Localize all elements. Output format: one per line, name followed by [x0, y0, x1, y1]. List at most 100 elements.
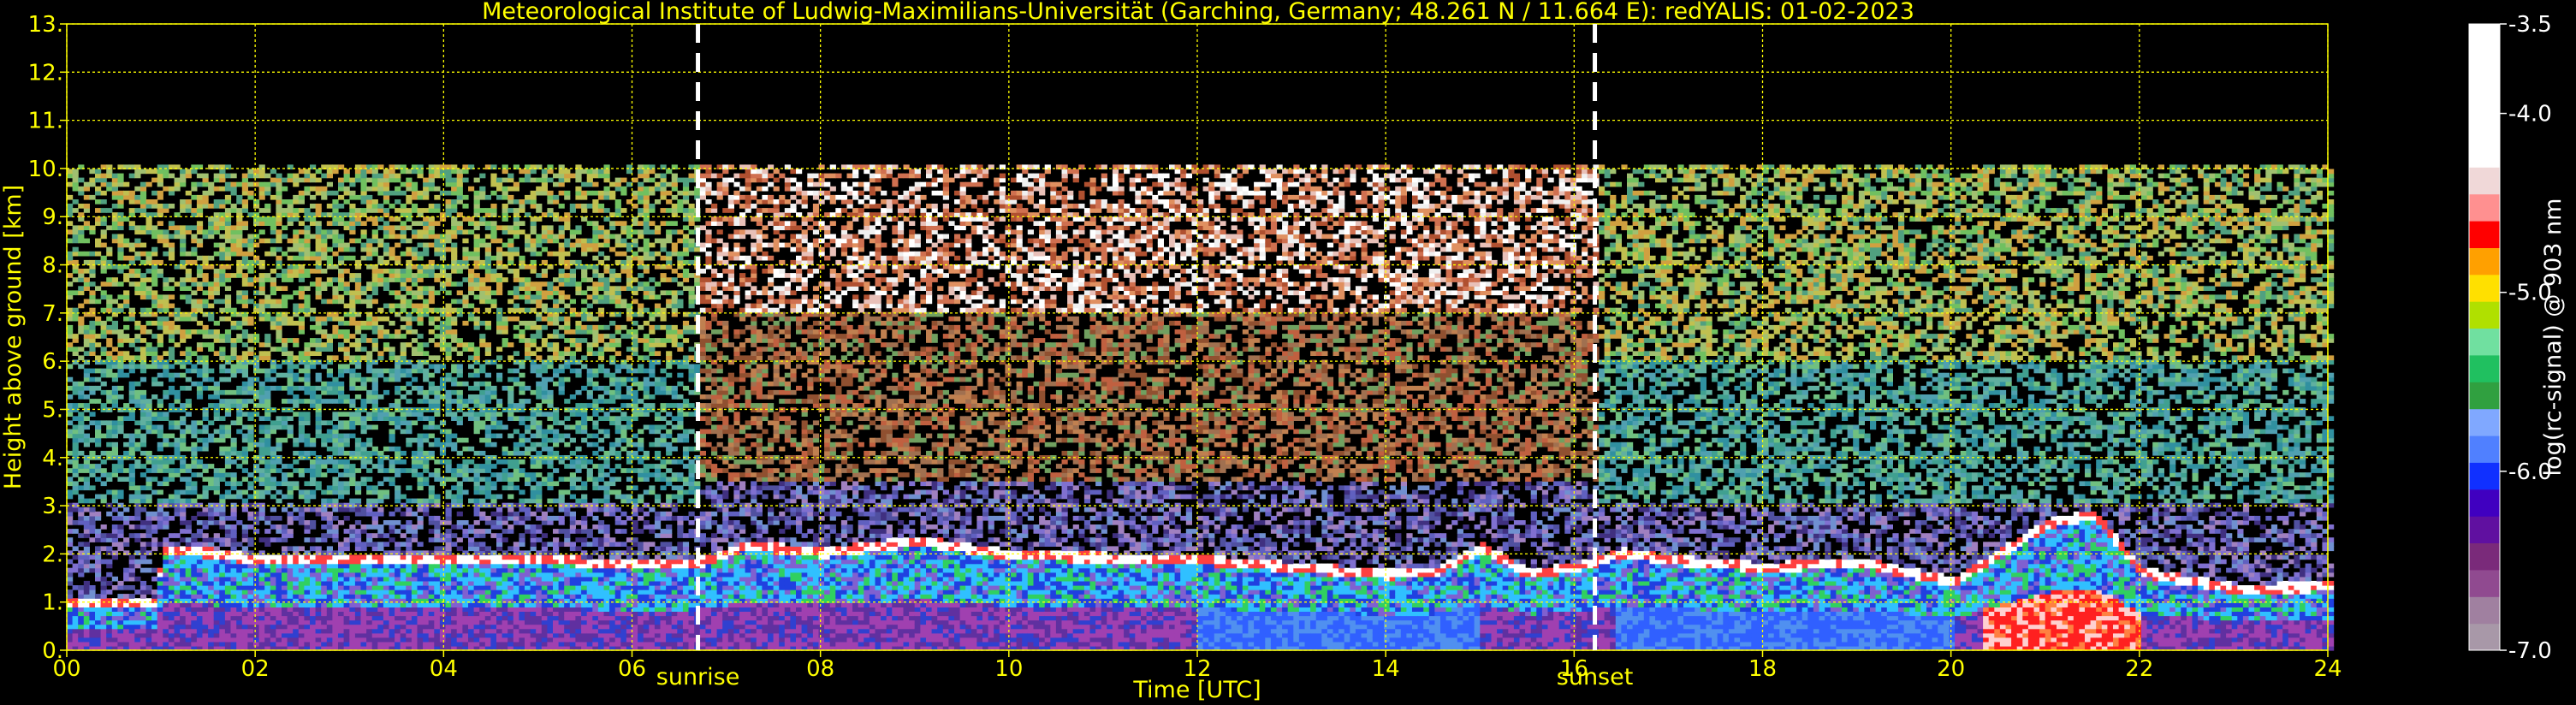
heatmap-cell: [191, 637, 197, 643]
heatmap-cell: [146, 256, 152, 261]
heatmap-cell: [304, 524, 310, 530]
heatmap-cell: [355, 481, 361, 486]
heatmap-cell: [446, 204, 452, 209]
heatmap-cell: [73, 447, 79, 452]
heatmap-cell: [299, 602, 305, 607]
heatmap-cell: [276, 329, 282, 335]
heatmap-cell: [231, 642, 237, 647]
heatmap-cell: [191, 442, 197, 447]
heatmap-cell: [412, 616, 418, 621]
heatmap-cell: [355, 542, 361, 547]
heatmap-cell: [225, 399, 231, 404]
heatmap-cell: [259, 281, 265, 287]
heatmap-cell: [327, 386, 333, 391]
heatmap-cell: [293, 377, 299, 382]
heatmap-cell: [134, 281, 140, 287]
heatmap-cell: [327, 317, 333, 322]
heatmap-cell: [219, 281, 225, 287]
heatmap-cell: [264, 377, 270, 382]
heatmap-cell: [67, 317, 73, 322]
heatmap-cell: [321, 572, 327, 578]
heatmap-cell: [219, 637, 225, 643]
heatmap-cell: [203, 464, 209, 469]
heatmap-cell: [264, 616, 270, 621]
heatmap-cell: [372, 412, 378, 417]
heatmap-cell: [372, 585, 378, 590]
heatmap-cell: [242, 434, 248, 439]
heatmap-cell: [225, 412, 231, 417]
heatmap-cell: [310, 256, 316, 261]
heatmap-cell: [84, 499, 90, 504]
heatmap-cell: [418, 273, 424, 278]
heatmap-cell: [264, 187, 270, 192]
heatmap-cell: [259, 169, 265, 175]
heatmap-cell: [163, 204, 169, 209]
heatmap-cell: [253, 221, 259, 226]
heatmap-cell: [446, 564, 452, 569]
heatmap-cell: [231, 225, 237, 230]
heatmap-cell: [406, 247, 412, 252]
heatmap-cell: [67, 611, 73, 616]
heatmap-cell: [208, 594, 214, 599]
heatmap-cell: [236, 334, 242, 339]
heatmap-cell: [219, 256, 225, 261]
heatmap-cell: [191, 434, 197, 439]
heatmap-cell: [73, 269, 79, 274]
heatmap-cell: [259, 633, 265, 638]
heatmap-cell: [304, 495, 310, 500]
heatmap-cell: [418, 347, 424, 352]
heatmap-cell: [361, 178, 367, 183]
heatmap-cell: [406, 216, 412, 222]
heatmap-cell: [203, 524, 209, 530]
heatmap-cell: [180, 199, 186, 204]
heatmap-cell: [78, 585, 84, 590]
heatmap-cell: [372, 234, 378, 240]
heatmap-cell: [412, 533, 418, 538]
heatmap-cell: [451, 299, 457, 305]
heatmap-cell: [180, 589, 186, 595]
heatmap-cell: [389, 351, 395, 356]
heatmap-cell: [401, 182, 407, 187]
heatmap-cell: [344, 568, 350, 573]
heatmap-cell: [434, 369, 440, 374]
heatmap-cell: [247, 589, 253, 595]
heatmap-cell: [299, 290, 305, 295]
heatmap-cell: [440, 581, 446, 586]
heatmap-cell: [247, 495, 253, 500]
heatmap-cell: [457, 281, 463, 287]
heatmap-cell: [73, 338, 79, 343]
heatmap-cell: [225, 555, 231, 560]
heatmap-cell: [282, 299, 288, 305]
heatmap-cell: [67, 468, 73, 473]
heatmap-cell: [197, 308, 203, 313]
heatmap-cell: [383, 555, 389, 560]
heatmap-cell: [186, 199, 192, 204]
heatmap-cell: [282, 550, 288, 555]
heatmap-cell: [332, 560, 338, 565]
heatmap-cell: [366, 317, 372, 322]
heatmap-cell: [186, 355, 192, 360]
heatmap-cell: [236, 481, 242, 486]
heatmap-cell: [225, 629, 231, 634]
heatmap-cell: [259, 585, 265, 590]
heatmap-cell: [123, 334, 129, 339]
heatmap-cell: [355, 174, 361, 179]
heatmap-cell: [361, 182, 367, 187]
heatmap-cell: [264, 334, 270, 339]
heatmap-cell: [123, 364, 129, 370]
heatmap-cell: [191, 260, 197, 265]
heatmap-cell: [95, 260, 101, 265]
heatmap-cell: [338, 234, 344, 240]
heatmap-cell: [203, 602, 209, 607]
heatmap-cell: [349, 273, 355, 278]
heatmap-cell: [231, 403, 237, 408]
heatmap-cell: [304, 468, 310, 473]
heatmap-cell: [457, 633, 463, 638]
heatmap-cell: [395, 594, 401, 599]
heatmap-cell: [446, 542, 452, 547]
heatmap-cell: [101, 256, 107, 261]
heatmap-cell: [429, 355, 435, 360]
heatmap-cell: [140, 273, 146, 278]
heatmap-cell: [270, 568, 276, 573]
heatmap-cell: [270, 581, 276, 586]
